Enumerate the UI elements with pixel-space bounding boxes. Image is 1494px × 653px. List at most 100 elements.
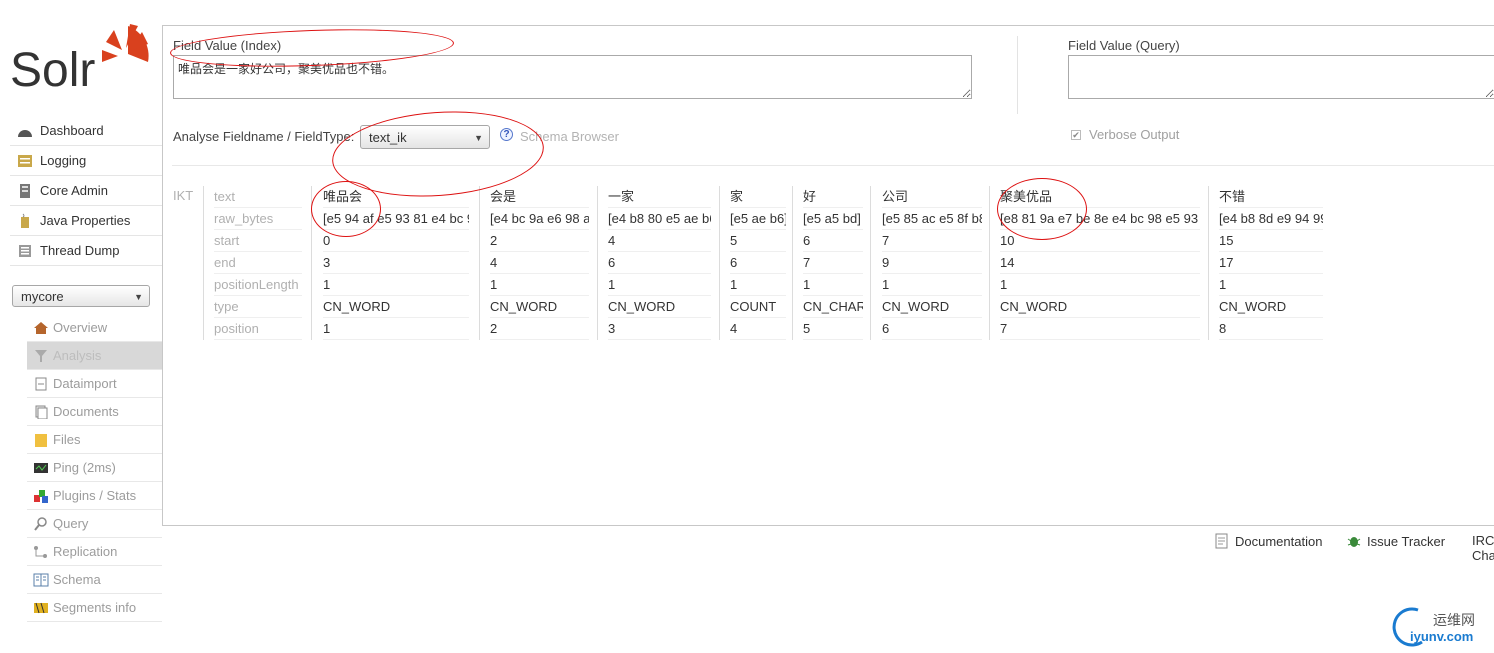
token-position: 2 bbox=[490, 318, 589, 340]
schema-icon bbox=[33, 573, 49, 586]
token-end: 7 bbox=[803, 252, 863, 274]
token-text: 公司 bbox=[882, 186, 982, 208]
token-position: 3 bbox=[608, 318, 711, 340]
fieldtype-label: Analyse Fieldname / FieldType: bbox=[173, 129, 355, 144]
core-nav-documents[interactable]: Documents bbox=[27, 398, 162, 426]
core-nav: Overview Analysis Dataimport Documents F… bbox=[27, 314, 162, 622]
verbose-checkbox[interactable]: ✔ bbox=[1071, 130, 1081, 140]
token-column: 好 [e5 a5 bd] 6 7 1 CN_CHAR 5 bbox=[803, 186, 863, 340]
filter-icon bbox=[35, 349, 47, 362]
query-icon bbox=[34, 516, 47, 531]
token-position: 5 bbox=[803, 318, 863, 340]
attr-label: end bbox=[214, 252, 302, 274]
core-nav-dataimport[interactable]: Dataimport bbox=[27, 370, 162, 398]
core-nav-replication[interactable]: Replication bbox=[27, 538, 162, 566]
token-type: COUNT bbox=[730, 296, 786, 318]
token-raw-bytes: [e5 85 ac e5 8f b8] bbox=[882, 208, 982, 230]
home-icon bbox=[34, 321, 48, 334]
core-nav-segments[interactable]: Segments info bbox=[27, 594, 162, 622]
token-end: 14 bbox=[1000, 252, 1200, 274]
token-start: 6 bbox=[803, 230, 863, 252]
core-nav-schema[interactable]: Schema bbox=[27, 566, 162, 594]
token-divider bbox=[479, 186, 480, 340]
column-divider bbox=[1017, 36, 1018, 114]
nav-label: Schema bbox=[53, 572, 101, 587]
token-start: 15 bbox=[1219, 230, 1323, 252]
token-type: CN_CHAR bbox=[803, 296, 863, 318]
token-end: 6 bbox=[730, 252, 786, 274]
token-type: CN_WORD bbox=[882, 296, 982, 318]
token-raw-bytes: [e5 ae b6] bbox=[730, 208, 786, 230]
token-column: 家 [e5 ae b6] 5 6 1 COUNT 4 bbox=[730, 186, 786, 340]
core-selector-value: mycore bbox=[21, 288, 64, 304]
query-value-field[interactable] bbox=[1068, 55, 1494, 99]
token-position: 8 bbox=[1219, 318, 1323, 340]
watermark-text: 运维网 bbox=[1433, 612, 1475, 628]
token-column: 一家 [e4 b8 80 e5 ae b6] 4 6 1 CN_WORD 3 bbox=[608, 186, 711, 340]
core-nav-plugins[interactable]: Plugins / Stats bbox=[27, 482, 162, 510]
token-end: 6 bbox=[608, 252, 711, 274]
logo-text: Solr bbox=[10, 44, 95, 94]
nav-java-properties[interactable]: Java Properties bbox=[10, 206, 162, 236]
token-raw-bytes: [e4 bc 9a e6 98 af] bbox=[490, 208, 589, 230]
token-column: 公司 [e5 85 ac e5 8f b8] 7 9 1 CN_WORD 6 bbox=[882, 186, 982, 340]
core-nav-files[interactable]: Files bbox=[27, 426, 162, 454]
replication-icon bbox=[34, 545, 47, 558]
nav-label: Dashboard bbox=[40, 123, 104, 138]
token-type: CN_WORD bbox=[1000, 296, 1200, 318]
token-text: 好 bbox=[803, 186, 863, 208]
footer-link-label: IRC Channel bbox=[1472, 533, 1494, 563]
verbose-label: Verbose Output bbox=[1089, 127, 1180, 142]
chevron-down-icon: ▼ bbox=[134, 292, 143, 302]
nav-core-admin[interactable]: Core Admin bbox=[10, 176, 162, 206]
token-type: CN_WORD bbox=[608, 296, 711, 318]
token-position-length: 1 bbox=[1000, 274, 1200, 296]
attr-label: position bbox=[214, 318, 302, 340]
core-nav-ping[interactable]: Ping (2ms) bbox=[27, 454, 162, 482]
nav-dashboard[interactable]: Dashboard bbox=[10, 116, 162, 146]
bug-icon bbox=[1347, 537, 1361, 547]
folder-icon bbox=[35, 433, 47, 447]
token-position-length: 1 bbox=[608, 274, 711, 296]
core-nav-analysis[interactable]: Analysis bbox=[27, 342, 162, 370]
attribute-labels: text raw_bytes start end positionLength … bbox=[214, 186, 302, 340]
nav-label: Analysis bbox=[53, 348, 102, 363]
token-divider bbox=[792, 186, 793, 340]
core-selector[interactable]: mycore ▼ bbox=[12, 285, 150, 307]
nav-label: Plugins / Stats bbox=[53, 488, 137, 503]
irc-channel-link[interactable]: IRC Channel bbox=[1466, 533, 1494, 563]
nav-label: Files bbox=[53, 432, 81, 447]
token-position: 1 bbox=[323, 318, 469, 340]
core-nav-overview[interactable]: Overview bbox=[27, 314, 162, 342]
nav-label: Replication bbox=[53, 544, 118, 559]
token-start: 5 bbox=[730, 230, 786, 252]
nav-logging[interactable]: Logging bbox=[10, 146, 162, 176]
issue-tracker-link[interactable]: Issue Tracker bbox=[1347, 533, 1445, 549]
attr-label: type bbox=[214, 296, 302, 318]
documentation-link[interactable]: Documentation bbox=[1215, 533, 1322, 549]
core-nav-query[interactable]: Query bbox=[27, 510, 162, 538]
nav-label: Query bbox=[53, 516, 89, 531]
documentation-icon bbox=[1215, 533, 1228, 549]
token-text: 会是 bbox=[490, 186, 589, 208]
attr-label: raw_bytes bbox=[214, 208, 302, 230]
token-position-length: 1 bbox=[730, 274, 786, 296]
nav-label: Thread Dump bbox=[40, 243, 120, 258]
token-raw-bytes: [e5 a5 bd] bbox=[803, 208, 863, 230]
token-start: 4 bbox=[608, 230, 711, 252]
token-end: 17 bbox=[1219, 252, 1323, 274]
logging-icon bbox=[18, 154, 32, 167]
solr-logo[interactable]: Solr bbox=[10, 22, 150, 97]
token-type: CN_WORD bbox=[490, 296, 589, 318]
token-divider bbox=[989, 186, 990, 340]
token-end: 9 bbox=[882, 252, 982, 274]
token-start: 2 bbox=[490, 230, 589, 252]
attr-label: positionLength bbox=[214, 274, 302, 296]
nav-thread-dump[interactable]: Thread Dump bbox=[10, 236, 162, 266]
token-start: 7 bbox=[882, 230, 982, 252]
attr-label: text bbox=[214, 186, 302, 208]
nav-label: Logging bbox=[40, 153, 87, 168]
token-text: 家 bbox=[730, 186, 786, 208]
token-position-length: 1 bbox=[882, 274, 982, 296]
token-end: 4 bbox=[490, 252, 589, 274]
